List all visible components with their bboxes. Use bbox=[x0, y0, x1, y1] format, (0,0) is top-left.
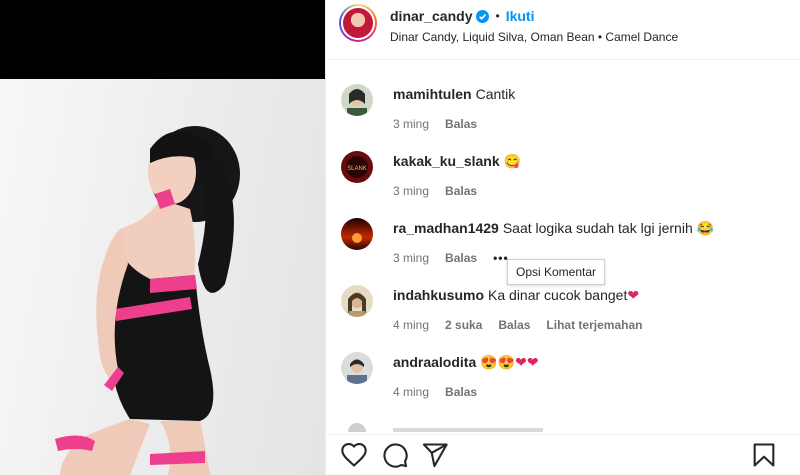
next-comment-partial bbox=[341, 419, 601, 434]
svg-text:SLANK: SLANK bbox=[347, 166, 367, 172]
comment-body: mamihtulen Cantik 3 ming Balas bbox=[393, 85, 793, 131]
owner-username[interactable]: dinar_candy bbox=[390, 8, 472, 24]
commenter-avatar[interactable] bbox=[341, 352, 373, 384]
comment-text: Ka dinar cucok banget bbox=[488, 287, 628, 303]
commenter-username[interactable]: indahkusumo bbox=[393, 287, 484, 303]
comment-text-line: ra_madhan1429 Saat logika sudah tak lgi j… bbox=[393, 219, 793, 237]
comment-text-line: indahkusumo Ka dinar cucok banget❤ bbox=[393, 286, 793, 304]
post-media[interactable] bbox=[0, 0, 325, 475]
comments-list[interactable]: mamihtulen Cantik 3 ming Balas SLANK kaka… bbox=[326, 61, 800, 434]
heart-emoji-icon: ❤ bbox=[627, 287, 640, 303]
commenter-username[interactable]: mamihtulen bbox=[393, 86, 472, 102]
comment-options-tooltip: Opsi Komentar bbox=[507, 259, 606, 285]
commenter-avatar[interactable] bbox=[341, 218, 373, 250]
separator-dot: • bbox=[495, 9, 500, 23]
commenter-avatar[interactable]: SLANK bbox=[341, 151, 373, 183]
owner-avatar[interactable] bbox=[339, 4, 377, 42]
commenter-username[interactable]: ra_madhan1429 bbox=[393, 220, 499, 236]
like-icon[interactable] bbox=[340, 441, 368, 469]
post-sidebar: dinar_candy • Ikuti Dinar Candy, Liquid … bbox=[325, 0, 800, 475]
post-photo[interactable] bbox=[0, 79, 325, 475]
media-top-letterbox bbox=[0, 0, 325, 79]
comment-body: indahkusumo Ka dinar cucok banget❤ 4 ming… bbox=[393, 286, 793, 332]
heart-emoji-icon: ❤ bbox=[515, 354, 527, 370]
commenter-username[interactable]: kakak_ku_slank bbox=[393, 153, 500, 169]
owner-avatar-image bbox=[341, 6, 375, 40]
comment-meta: 4 ming Balas bbox=[393, 385, 793, 399]
post-header: dinar_candy • Ikuti Dinar Candy, Liquid … bbox=[326, 0, 800, 60]
comment-time[interactable]: 4 ming bbox=[393, 385, 429, 399]
owner-line: dinar_candy • Ikuti bbox=[390, 8, 534, 24]
heart-emoji-icon: ❤ bbox=[526, 354, 539, 370]
comment-body: kakak_ku_slank 😋 3 ming Balas bbox=[393, 152, 793, 198]
reply-button[interactable]: Balas bbox=[445, 385, 477, 399]
comment-text: Saat logika sudah tak lgi jernih 😂 bbox=[502, 220, 715, 236]
follow-button[interactable]: Ikuti bbox=[506, 8, 535, 24]
comment-icon[interactable] bbox=[381, 441, 409, 469]
photo-figure bbox=[55, 126, 240, 475]
comment-item: ra_madhan1429 Saat logika sudah tak lgi j… bbox=[326, 195, 800, 265]
comment-text-line: mamihtulen Cantik bbox=[393, 85, 793, 103]
audio-info[interactable]: Dinar Candy, Liquid Silva, Oman Bean • C… bbox=[390, 30, 678, 44]
comment-item: mamihtulen Cantik 3 ming Balas bbox=[326, 61, 800, 131]
verified-icon bbox=[476, 9, 490, 23]
comment-body: andraalodita 😍😍❤❤ 4 ming Balas bbox=[393, 353, 793, 399]
commenter-username[interactable]: andraalodita bbox=[393, 354, 476, 370]
comment-text: 😋 bbox=[503, 153, 522, 169]
comment-text-line: andraalodita 😍😍❤❤ bbox=[393, 353, 793, 371]
comment-text-line: kakak_ku_slank 😋 bbox=[393, 152, 793, 170]
save-icon[interactable] bbox=[750, 441, 778, 469]
commenter-avatar[interactable] bbox=[341, 285, 373, 317]
comment-text: Cantik bbox=[475, 86, 516, 102]
comment-item: SLANK kakak_ku_slank 😋 3 ming Balas bbox=[326, 128, 800, 198]
comment-item: andraalodita 😍😍❤❤ 4 ming Balas bbox=[326, 329, 800, 399]
commenter-avatar[interactable] bbox=[341, 84, 373, 116]
post-action-bar bbox=[326, 434, 800, 475]
comment-text: 😍😍 bbox=[480, 354, 516, 370]
share-icon[interactable] bbox=[421, 441, 449, 469]
